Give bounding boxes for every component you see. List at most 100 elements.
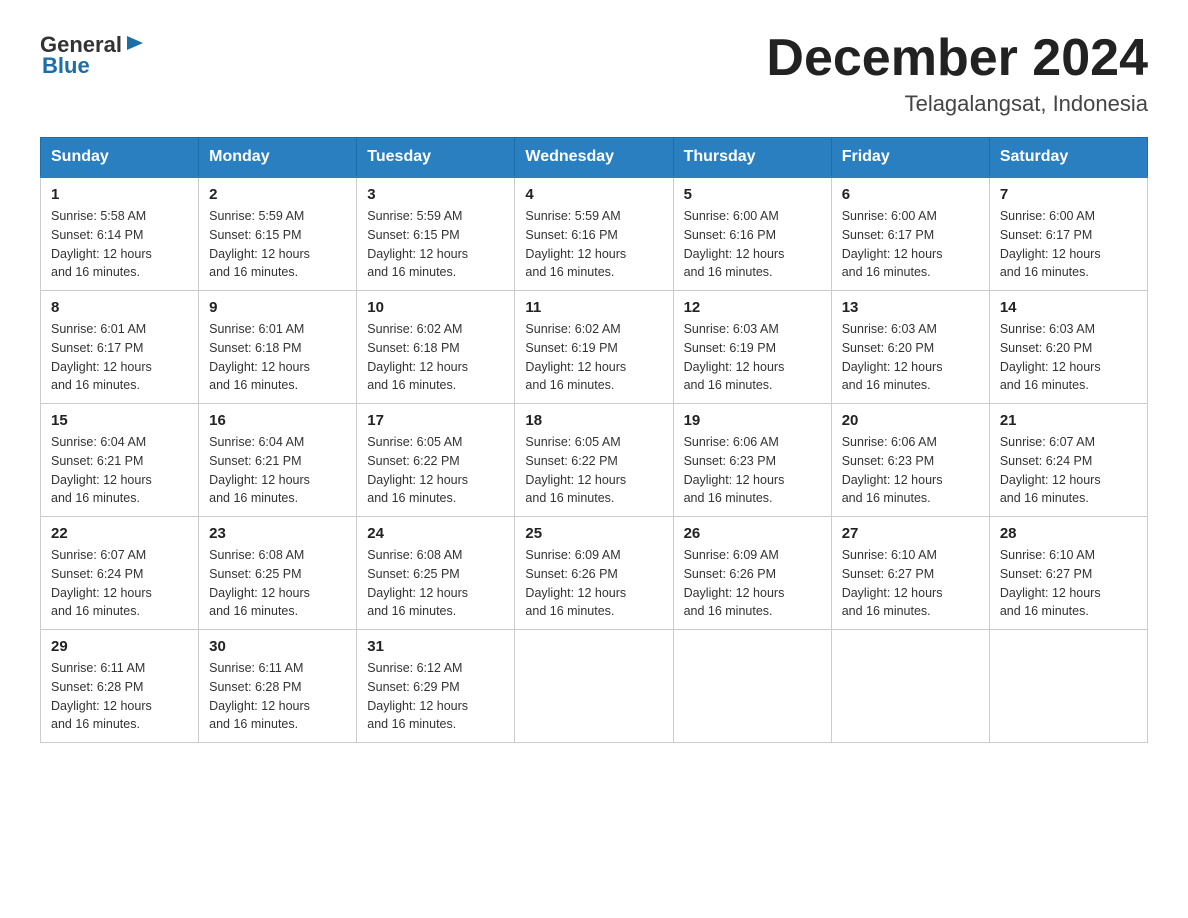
day-number: 22 [51, 525, 188, 542]
table-row: 27 Sunrise: 6:10 AM Sunset: 6:27 PM Dayl… [831, 517, 989, 630]
day-number: 16 [209, 412, 346, 429]
table-row: 11 Sunrise: 6:02 AM Sunset: 6:19 PM Dayl… [515, 291, 673, 404]
day-number: 24 [367, 525, 504, 542]
day-number: 25 [525, 525, 662, 542]
day-info: Sunrise: 5:58 AM Sunset: 6:14 PM Dayligh… [51, 207, 188, 282]
col-thursday: Thursday [673, 138, 831, 178]
day-number: 14 [1000, 299, 1137, 316]
day-info: Sunrise: 6:02 AM Sunset: 6:18 PM Dayligh… [367, 320, 504, 395]
table-row: 12 Sunrise: 6:03 AM Sunset: 6:19 PM Dayl… [673, 291, 831, 404]
day-info: Sunrise: 6:09 AM Sunset: 6:26 PM Dayligh… [684, 546, 821, 621]
table-row: 29 Sunrise: 6:11 AM Sunset: 6:28 PM Dayl… [41, 630, 199, 743]
day-info: Sunrise: 6:09 AM Sunset: 6:26 PM Dayligh… [525, 546, 662, 621]
table-row: 31 Sunrise: 6:12 AM Sunset: 6:29 PM Dayl… [357, 630, 515, 743]
day-info: Sunrise: 6:03 AM Sunset: 6:20 PM Dayligh… [1000, 320, 1137, 395]
col-friday: Friday [831, 138, 989, 178]
table-row: 6 Sunrise: 6:00 AM Sunset: 6:17 PM Dayli… [831, 177, 989, 291]
page-header: General Blue December 2024 Telagalangsat… [40, 30, 1148, 117]
day-number: 18 [525, 412, 662, 429]
day-info: Sunrise: 6:08 AM Sunset: 6:25 PM Dayligh… [209, 546, 346, 621]
day-info: Sunrise: 6:03 AM Sunset: 6:20 PM Dayligh… [842, 320, 979, 395]
day-info: Sunrise: 5:59 AM Sunset: 6:16 PM Dayligh… [525, 207, 662, 282]
day-info: Sunrise: 6:00 AM Sunset: 6:17 PM Dayligh… [842, 207, 979, 282]
table-row: 21 Sunrise: 6:07 AM Sunset: 6:24 PM Dayl… [989, 404, 1147, 517]
day-number: 12 [684, 299, 821, 316]
day-info: Sunrise: 6:10 AM Sunset: 6:27 PM Dayligh… [842, 546, 979, 621]
table-row: 30 Sunrise: 6:11 AM Sunset: 6:28 PM Dayl… [199, 630, 357, 743]
calendar-header-row: Sunday Monday Tuesday Wednesday Thursday… [41, 138, 1148, 178]
day-number: 26 [684, 525, 821, 542]
table-row: 25 Sunrise: 6:09 AM Sunset: 6:26 PM Dayl… [515, 517, 673, 630]
table-row: 18 Sunrise: 6:05 AM Sunset: 6:22 PM Dayl… [515, 404, 673, 517]
col-sunday: Sunday [41, 138, 199, 178]
day-info: Sunrise: 6:04 AM Sunset: 6:21 PM Dayligh… [209, 433, 346, 508]
table-row: 28 Sunrise: 6:10 AM Sunset: 6:27 PM Dayl… [989, 517, 1147, 630]
table-row: 9 Sunrise: 6:01 AM Sunset: 6:18 PM Dayli… [199, 291, 357, 404]
day-number: 4 [525, 186, 662, 203]
day-info: Sunrise: 6:10 AM Sunset: 6:27 PM Dayligh… [1000, 546, 1137, 621]
table-row: 16 Sunrise: 6:04 AM Sunset: 6:21 PM Dayl… [199, 404, 357, 517]
day-info: Sunrise: 6:07 AM Sunset: 6:24 PM Dayligh… [1000, 433, 1137, 508]
col-wednesday: Wednesday [515, 138, 673, 178]
table-row: 15 Sunrise: 6:04 AM Sunset: 6:21 PM Dayl… [41, 404, 199, 517]
day-number: 19 [684, 412, 821, 429]
calendar-week-row: 29 Sunrise: 6:11 AM Sunset: 6:28 PM Dayl… [41, 630, 1148, 743]
logo-blue-text: Blue [42, 53, 90, 79]
table-row: 14 Sunrise: 6:03 AM Sunset: 6:20 PM Dayl… [989, 291, 1147, 404]
calendar-week-row: 8 Sunrise: 6:01 AM Sunset: 6:17 PM Dayli… [41, 291, 1148, 404]
day-number: 7 [1000, 186, 1137, 203]
table-row [673, 630, 831, 743]
table-row: 23 Sunrise: 6:08 AM Sunset: 6:25 PM Dayl… [199, 517, 357, 630]
day-info: Sunrise: 6:06 AM Sunset: 6:23 PM Dayligh… [684, 433, 821, 508]
table-row: 10 Sunrise: 6:02 AM Sunset: 6:18 PM Dayl… [357, 291, 515, 404]
day-number: 6 [842, 186, 979, 203]
day-info: Sunrise: 6:08 AM Sunset: 6:25 PM Dayligh… [367, 546, 504, 621]
location-title: Telagalangsat, Indonesia [766, 91, 1148, 117]
day-number: 1 [51, 186, 188, 203]
table-row: 19 Sunrise: 6:06 AM Sunset: 6:23 PM Dayl… [673, 404, 831, 517]
day-number: 27 [842, 525, 979, 542]
day-number: 31 [367, 638, 504, 655]
table-row [831, 630, 989, 743]
table-row: 5 Sunrise: 6:00 AM Sunset: 6:16 PM Dayli… [673, 177, 831, 291]
day-info: Sunrise: 6:07 AM Sunset: 6:24 PM Dayligh… [51, 546, 188, 621]
day-number: 17 [367, 412, 504, 429]
table-row: 26 Sunrise: 6:09 AM Sunset: 6:26 PM Dayl… [673, 517, 831, 630]
calendar-table: Sunday Monday Tuesday Wednesday Thursday… [40, 137, 1148, 743]
month-title: December 2024 [766, 30, 1148, 87]
day-info: Sunrise: 6:00 AM Sunset: 6:17 PM Dayligh… [1000, 207, 1137, 282]
day-number: 20 [842, 412, 979, 429]
day-number: 11 [525, 299, 662, 316]
table-row [989, 630, 1147, 743]
table-row: 20 Sunrise: 6:06 AM Sunset: 6:23 PM Dayl… [831, 404, 989, 517]
day-number: 29 [51, 638, 188, 655]
table-row: 3 Sunrise: 5:59 AM Sunset: 6:15 PM Dayli… [357, 177, 515, 291]
day-info: Sunrise: 6:02 AM Sunset: 6:19 PM Dayligh… [525, 320, 662, 395]
table-row: 13 Sunrise: 6:03 AM Sunset: 6:20 PM Dayl… [831, 291, 989, 404]
day-number: 28 [1000, 525, 1137, 542]
day-info: Sunrise: 6:05 AM Sunset: 6:22 PM Dayligh… [525, 433, 662, 508]
calendar-week-row: 1 Sunrise: 5:58 AM Sunset: 6:14 PM Dayli… [41, 177, 1148, 291]
col-tuesday: Tuesday [357, 138, 515, 178]
table-row: 7 Sunrise: 6:00 AM Sunset: 6:17 PM Dayli… [989, 177, 1147, 291]
table-row: 4 Sunrise: 5:59 AM Sunset: 6:16 PM Dayli… [515, 177, 673, 291]
day-number: 2 [209, 186, 346, 203]
calendar-week-row: 15 Sunrise: 6:04 AM Sunset: 6:21 PM Dayl… [41, 404, 1148, 517]
day-info: Sunrise: 5:59 AM Sunset: 6:15 PM Dayligh… [209, 207, 346, 282]
day-number: 8 [51, 299, 188, 316]
day-info: Sunrise: 5:59 AM Sunset: 6:15 PM Dayligh… [367, 207, 504, 282]
table-row [515, 630, 673, 743]
day-info: Sunrise: 6:12 AM Sunset: 6:29 PM Dayligh… [367, 659, 504, 734]
day-info: Sunrise: 6:11 AM Sunset: 6:28 PM Dayligh… [51, 659, 188, 734]
col-saturday: Saturday [989, 138, 1147, 178]
day-number: 9 [209, 299, 346, 316]
day-number: 15 [51, 412, 188, 429]
day-number: 23 [209, 525, 346, 542]
day-number: 3 [367, 186, 504, 203]
day-info: Sunrise: 6:01 AM Sunset: 6:17 PM Dayligh… [51, 320, 188, 395]
day-number: 5 [684, 186, 821, 203]
day-info: Sunrise: 6:04 AM Sunset: 6:21 PM Dayligh… [51, 433, 188, 508]
table-row: 17 Sunrise: 6:05 AM Sunset: 6:22 PM Dayl… [357, 404, 515, 517]
logo: General Blue [40, 30, 147, 79]
logo-arrow-icon [125, 32, 147, 54]
